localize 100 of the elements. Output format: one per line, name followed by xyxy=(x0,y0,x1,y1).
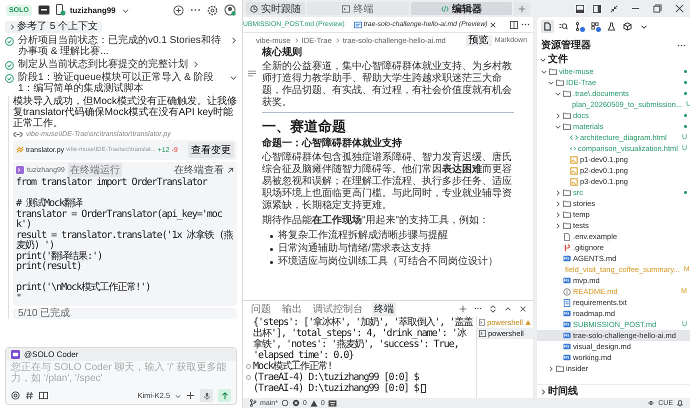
add-terminal-icon[interactable] xyxy=(459,304,467,312)
info-file-icon xyxy=(563,288,571,296)
external-arrow-icon[interactable] xyxy=(227,166,234,174)
chevron-icon[interactable] xyxy=(548,80,554,86)
image-file-icon xyxy=(570,166,578,174)
step-title[interactable]: 分析项目当前状态：已完成的v0.1 Stories和待办事项 & 理解比赛... xyxy=(18,35,226,57)
extensions-icon[interactable] xyxy=(589,20,602,33)
agent-icon xyxy=(11,350,20,359)
chevron-right-icon[interactable] xyxy=(540,389,546,395)
caret-icon[interactable] xyxy=(175,392,181,398)
more-icon[interactable] xyxy=(474,307,482,310)
panel-layout-icon[interactable] xyxy=(576,4,584,12)
chevron-icon[interactable] xyxy=(555,90,561,96)
chevron-icon[interactable] xyxy=(555,212,561,218)
chevron-icon[interactable] xyxy=(555,112,561,118)
bullet-dot xyxy=(270,234,273,238)
close-icon[interactable] xyxy=(490,22,496,28)
bell-icon[interactable] xyxy=(676,399,684,407)
more-icon[interactable] xyxy=(521,23,530,26)
source-control-icon[interactable] xyxy=(573,20,586,33)
chat-input[interactable]: 您正在与 SOLO Coder 聊天，输入 '/' 获取更多能力，如 '/plan', '/spec' xyxy=(6,361,236,388)
maximize-icon[interactable] xyxy=(489,304,497,312)
new-chat-icon[interactable] xyxy=(173,4,184,16)
context-chip[interactable]: 参考了 5 个上下文 xyxy=(5,21,102,33)
close-icon[interactable] xyxy=(519,304,527,312)
agent-name[interactable]: @SOLO Coder xyxy=(24,350,78,359)
phone-icon[interactable] xyxy=(56,4,66,16)
chevron-icon[interactable] xyxy=(555,190,561,196)
terminal-line: (TraeAI-4) D:\tuzizhang99 [0:0] $ xyxy=(253,372,419,383)
git-file-icon xyxy=(563,244,571,252)
bullet-item: 日常沟通辅助与情绪/需求表达支持 xyxy=(278,243,431,255)
monitor-icon[interactable] xyxy=(38,5,50,15)
panel-tab[interactable]: 调试控制台 xyxy=(311,302,365,316)
files-icon[interactable] xyxy=(541,20,554,33)
status-dot xyxy=(684,125,687,128)
chevron-icon[interactable] xyxy=(555,124,561,130)
view-changes-button[interactable]: 查看变更 xyxy=(188,142,234,158)
preview-button[interactable]: 预览 xyxy=(466,34,492,46)
caret-icon[interactable] xyxy=(122,6,129,14)
branch-icon[interactable] xyxy=(249,399,257,407)
view-tab[interactable]: 编辑器 xyxy=(410,2,512,15)
chevron-icon[interactable] xyxy=(555,222,561,228)
send-button[interactable] xyxy=(218,389,231,402)
more-icon[interactable] xyxy=(677,44,686,46)
link-icon xyxy=(13,132,23,137)
close-icon[interactable] xyxy=(675,4,684,13)
terminal-line: {'steps': ['拿冰杯', '加奶', '萃取倒入', '盖盖出杯'], 'total_steps': 4, 'drink_name': '冰拿铁', 'notes': '燕麦奶', 'success': True, 'elapsed_time': 0.0} xyxy=(253,317,473,361)
error-icon[interactable] xyxy=(292,399,300,407)
code-icon xyxy=(440,4,449,12)
hash-icon[interactable] xyxy=(25,391,34,400)
view-tab[interactable]: 实时跟随 xyxy=(246,2,305,15)
code-file-icon xyxy=(570,134,578,141)
keyboard-icon[interactable] xyxy=(328,400,337,406)
open-in-terminal-link[interactable]: 在终端查看 xyxy=(174,163,224,177)
panel-tab[interactable]: 输出 xyxy=(280,302,304,316)
user-name[interactable]: tuzizhang99 xyxy=(70,6,116,14)
terminal-icon xyxy=(479,319,486,326)
paragraph: 心智障碍群体包含孤独症谱系障碍、智力发育迟缓、唐氏综合征及脑瘫伴随智力障碍等。他们常因表达困难而更容易被忽视和误解；在理解工作流程、执行多步任务、适应职场环境上也面临更高门槛。与此同时，专业就业辅导资源紧缺，长期稳定支持更难。 xyxy=(262,152,513,212)
panel-tab[interactable]: 问题 xyxy=(249,302,273,316)
files-section-header[interactable]: 文件 xyxy=(548,54,568,66)
collapse-icon[interactable] xyxy=(610,4,618,12)
markdown-file-icon xyxy=(563,332,571,339)
chevron-down-icon[interactable] xyxy=(540,57,546,63)
panel-tab[interactable]: 终端 xyxy=(372,302,396,316)
flask-icon[interactable] xyxy=(605,20,618,33)
chevron-icon[interactable] xyxy=(192,61,199,68)
sidebar-layout-icon[interactable] xyxy=(593,4,601,12)
timeline-section-header[interactable]: 时间线 xyxy=(548,386,578,398)
split-editor-icon[interactable] xyxy=(510,20,518,28)
view-tab[interactable]: 终端 xyxy=(307,2,408,15)
step-title[interactable]: 制定从当前状态到比赛提交的完整计划 xyxy=(18,59,188,70)
restore-icon[interactable] xyxy=(653,4,662,13)
bullet-dot xyxy=(270,248,273,250)
task-summary[interactable]: 5/10 已完成 xyxy=(13,308,237,319)
more-icon[interactable] xyxy=(190,8,201,12)
at-icon[interactable] xyxy=(11,391,20,400)
chevron-icon[interactable] xyxy=(230,37,237,44)
cube-icon[interactable] xyxy=(621,20,634,33)
microphone-button[interactable] xyxy=(200,389,213,402)
terminal-line: Mock模式工作正常! xyxy=(253,361,332,372)
file-icon xyxy=(563,232,571,240)
chevron-icon[interactable] xyxy=(548,366,554,372)
outline-icon[interactable] xyxy=(248,70,256,77)
avatar-icon[interactable] xyxy=(224,4,236,16)
status-dot xyxy=(684,191,687,194)
run-status-chip[interactable]: 在终端运行 xyxy=(68,163,122,177)
status-dot xyxy=(684,81,687,84)
chevron-up-icon[interactable] xyxy=(504,304,512,312)
add-tab-button[interactable] xyxy=(514,2,530,15)
chevron-icon[interactable] xyxy=(230,74,237,81)
status-dot xyxy=(684,70,687,73)
chevron-icon[interactable] xyxy=(555,200,561,206)
subheading: 命题一：心智障碍群体就业支持 xyxy=(262,138,403,150)
step-title[interactable]: 阶段1：验证queue模块可以正常导入 & 阶段1：编写简单的集成测试脚本 xyxy=(18,72,226,94)
markdown-file-icon xyxy=(563,321,571,328)
settings-icon[interactable] xyxy=(207,4,218,16)
chevron-icon[interactable] xyxy=(541,68,547,74)
terminal-icon xyxy=(479,330,486,337)
arrow-up-icon xyxy=(220,392,228,400)
text-file-icon xyxy=(563,298,571,306)
